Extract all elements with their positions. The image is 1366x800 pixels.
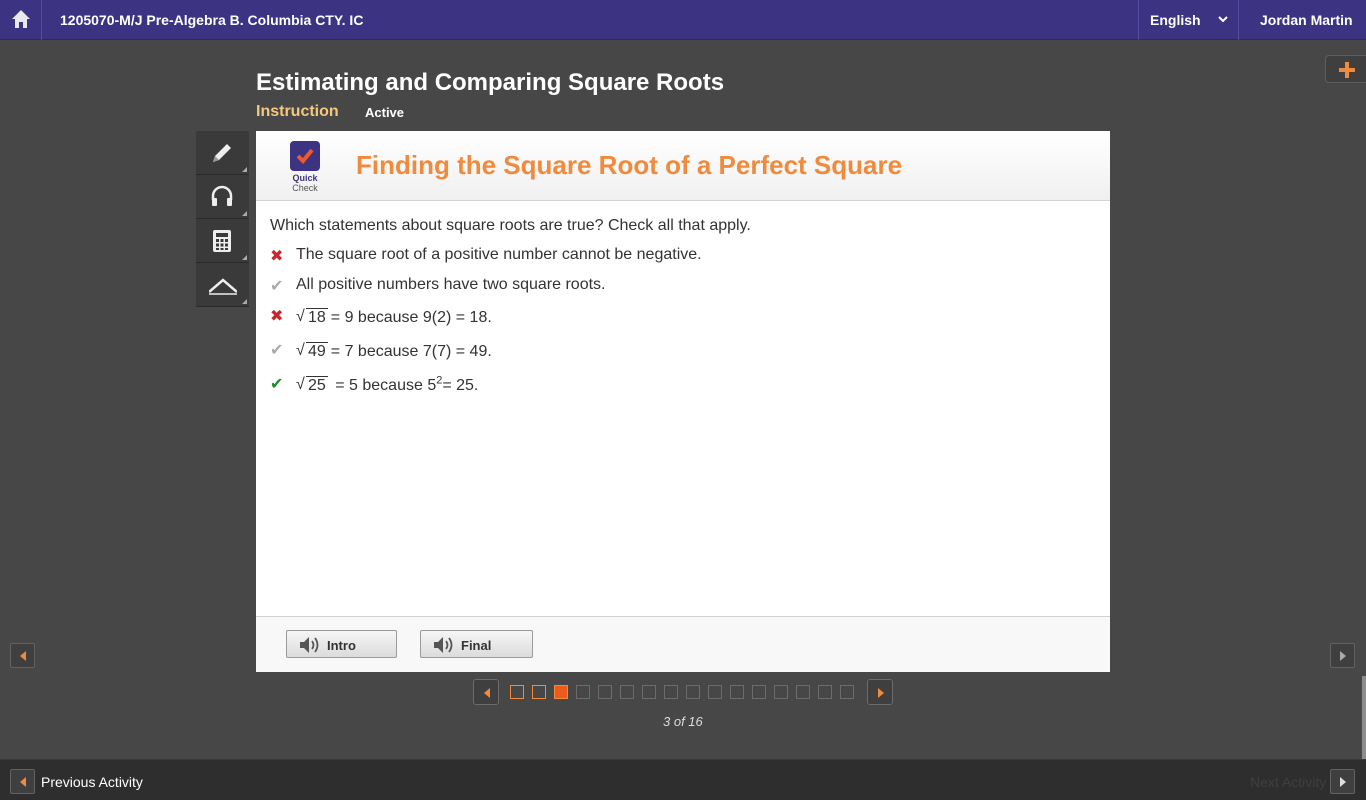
add-button[interactable] [1325, 55, 1366, 83]
page-box[interactable] [818, 685, 832, 699]
scrollbar[interactable] [1362, 676, 1366, 759]
speaker-icon [434, 637, 453, 653]
triangle-right-icon [878, 688, 884, 698]
page-box[interactable] [554, 685, 568, 699]
page-box[interactable] [796, 685, 810, 699]
side-next-button[interactable] [1330, 643, 1355, 668]
caret-up-icon [209, 278, 237, 295]
page-box[interactable] [576, 685, 590, 699]
intro-audio-button[interactable]: Intro [286, 630, 397, 658]
option-text: √ 49 = 7 because 7(7) = 49. [296, 340, 492, 361]
square-root-symbol: √ 25 [296, 376, 328, 394]
bottom-bar: Previous Activity Next Activity [0, 759, 1366, 800]
chevron-down-icon [1218, 16, 1228, 23]
quick-check-icon [290, 141, 320, 171]
page-box[interactable] [708, 685, 722, 699]
calculator-tool-button[interactable] [196, 219, 249, 263]
option-text: √ 18 = 9 because 9(2) = 18. [296, 306, 492, 327]
headphones-icon [211, 185, 233, 206]
home-icon [12, 10, 30, 28]
option-expression: = 9 because 9(2) = 18. [330, 309, 492, 326]
page-box[interactable] [774, 685, 788, 699]
language-select[interactable]: English [1138, 0, 1239, 40]
page-count: 3 of 16 [663, 714, 703, 729]
square-root-symbol: √ 18 [296, 308, 328, 326]
radicand: 18 [306, 308, 328, 326]
tab-instruction[interactable]: Instruction [256, 103, 339, 121]
activity-panel: Quick Check Finding the Square Root of a… [256, 131, 1110, 672]
side-prev-button[interactable] [10, 643, 35, 668]
option-text: All positive numbers have two square roo… [296, 276, 606, 293]
x-mark-icon: ✖ [270, 308, 284, 325]
plus-icon [1339, 62, 1355, 78]
home-button[interactable] [0, 0, 42, 40]
next-activity-arrow[interactable] [1330, 769, 1355, 794]
option-text: √ 25 = 5 because 52= 25. [296, 374, 478, 395]
status-label: Active [365, 105, 405, 120]
page-box[interactable] [532, 685, 546, 699]
audio-tool-button[interactable] [196, 175, 249, 219]
quick-check-label: Quick Check [284, 173, 326, 193]
triangle-right-icon [1340, 651, 1346, 661]
pencil-tool-button[interactable] [196, 131, 249, 175]
calculator-icon [213, 230, 231, 252]
page-next-button[interactable] [867, 679, 893, 705]
top-bar: 1205070-M/J Pre-Algebra B. Columbia CTY.… [0, 0, 1366, 40]
previous-activity-link[interactable]: Previous Activity [41, 774, 143, 790]
page-box[interactable] [642, 685, 656, 699]
page-box[interactable] [686, 685, 700, 699]
lesson-title: Estimating and Comparing Square Roots [256, 69, 725, 96]
pencil-icon [213, 144, 231, 162]
intro-label: Intro [327, 638, 356, 653]
check-mark-icon: ✔ [270, 278, 284, 295]
page-box[interactable] [598, 685, 612, 699]
page-box[interactable] [840, 685, 854, 699]
radicand: 49 [306, 342, 328, 360]
activity-header: Quick Check Finding the Square Root of a… [256, 131, 1110, 201]
check-mark-icon: ✔ [270, 376, 284, 393]
page-box[interactable] [510, 685, 524, 699]
page-box[interactable] [620, 685, 634, 699]
tool-corner [242, 167, 247, 172]
triangle-left-icon [484, 688, 490, 698]
option-expression-end: = 25. [442, 377, 479, 394]
option-text: The square root of a positive number can… [296, 246, 702, 263]
tool-corner [242, 211, 247, 216]
user-name[interactable]: Jordan Martin [1260, 12, 1353, 28]
check-mark-icon: ✔ [270, 342, 284, 359]
activity-title: Finding the Square Root of a Perfect Squ… [356, 150, 903, 180]
tool-corner [242, 255, 247, 260]
triangle-left-icon [20, 651, 26, 661]
final-audio-button[interactable]: Final [420, 630, 533, 658]
page-box[interactable] [730, 685, 744, 699]
next-activity-link[interactable]: Next Activity [1250, 774, 1326, 790]
page-box[interactable] [752, 685, 766, 699]
activity-footer: Intro Final [256, 616, 1110, 672]
course-title: 1205070-M/J Pre-Algebra B. Columbia CTY.… [60, 12, 364, 28]
collapse-tool-button[interactable] [196, 263, 249, 307]
question-text: Which statements about square roots are … [270, 217, 751, 234]
x-mark-icon: ✖ [270, 248, 284, 265]
final-label: Final [461, 638, 492, 653]
option-expression: = 5 because 5 [335, 377, 437, 394]
triangle-left-icon [20, 777, 26, 787]
page-box[interactable] [664, 685, 678, 699]
option-expression: = 7 because 7(7) = 49. [330, 343, 492, 360]
radicand: 25 [306, 376, 328, 394]
quick-check-top: Quick [292, 173, 318, 183]
language-label: English [1150, 12, 1201, 28]
tool-sidebar [196, 131, 249, 307]
tool-corner [242, 299, 247, 304]
quick-check-bottom: Check [292, 183, 318, 193]
page-prev-button[interactable] [473, 679, 499, 705]
speaker-icon [300, 637, 319, 653]
triangle-right-icon [1340, 777, 1346, 787]
previous-activity-arrow[interactable] [10, 769, 35, 794]
square-root-symbol: √ 49 [296, 342, 328, 360]
